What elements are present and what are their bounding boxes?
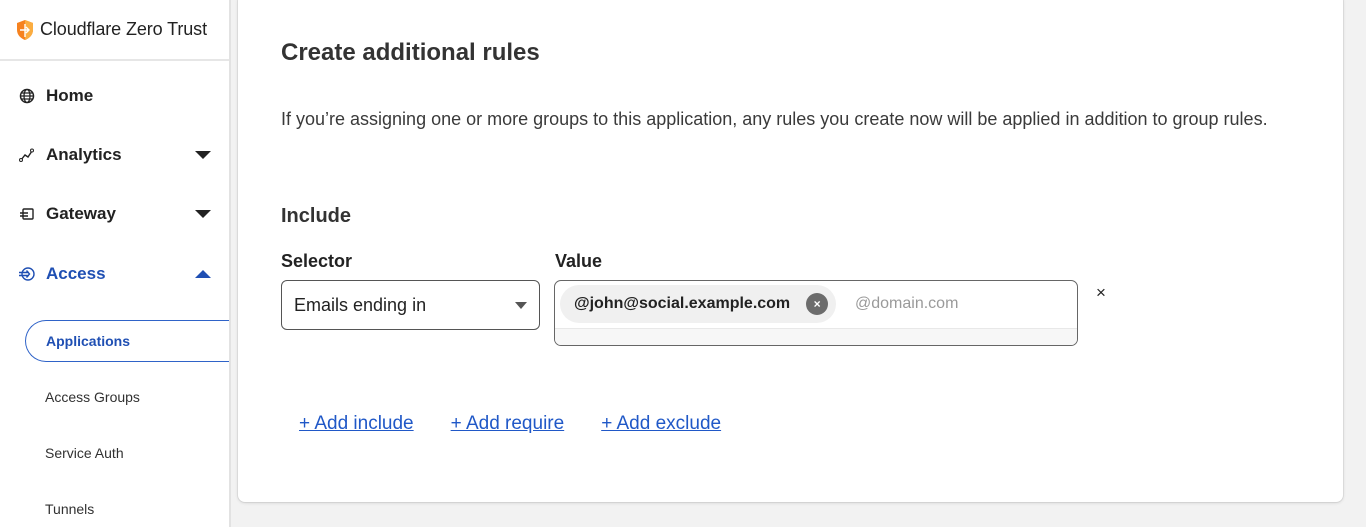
access-icon [18,265,36,283]
sidebar-item-label: Analytics [46,145,122,164]
sidebar-item-access[interactable]: Access [0,254,229,294]
selector-value: Emails ending in [294,294,427,315]
brand-header[interactable]: Cloudflare Zero Trust [0,0,229,61]
gateway-icon [18,205,36,223]
value-field[interactable]: @john@social.example.com × [554,280,1078,346]
value-input[interactable] [855,287,1065,321]
sidebar-subitem-tunnels[interactable]: Tunnels [25,488,229,527]
sidebar-subitem-service-auth[interactable]: Service Auth [25,432,229,474]
add-require-link[interactable]: + Add require [451,413,565,435]
sidebar-item-gateway[interactable]: Gateway [0,194,229,234]
shield-icon [17,19,33,40]
sidebar-item-label: Gateway [46,204,116,223]
sidebar-subitem-access-groups[interactable]: Access Groups [25,376,229,418]
sidebar-item-label: Home [46,86,94,105]
chevron-up-icon[interactable] [195,270,211,278]
value-chip: @john@social.example.com × [560,285,837,323]
add-rule-links: + Add include + Add require + Add exclud… [299,413,721,435]
description: If you’re assigning one or more groups t… [281,109,1268,129]
sidebar-item-label: Access [46,264,106,283]
chip-label: @john@social.example.com [574,295,791,312]
value-label: Value [555,251,603,271]
globe-icon [18,87,36,105]
include-heading: Include [281,205,352,227]
analytics-icon [18,146,36,164]
sidebar-subitem-applications[interactable]: Applications [25,320,229,362]
chevron-down-icon[interactable] [195,151,211,159]
chip-remove-icon[interactable]: × [806,293,829,315]
add-exclude-link[interactable]: + Add exclude [601,413,721,435]
sidebar-item-home[interactable]: Home [0,76,229,116]
selector-dropdown[interactable]: Emails ending in [281,280,540,330]
brand-name: Cloudflare Zero Trust [40,19,207,39]
add-include-link[interactable]: + Add include [299,413,414,435]
rules-card: Create additional rules If you’re assign… [238,0,1343,502]
sidebar: Cloudflare Zero Trust Home Analytics Gat… [0,0,231,527]
remove-rule-icon[interactable]: × [1096,283,1106,303]
value-field-footer [555,328,1077,345]
chevron-down-icon [515,302,527,309]
page-title: Create additional rules [281,39,540,66]
sidebar-item-analytics[interactable]: Analytics [0,135,229,175]
chevron-down-icon[interactable] [195,210,211,218]
selector-label: Selector [281,251,353,271]
